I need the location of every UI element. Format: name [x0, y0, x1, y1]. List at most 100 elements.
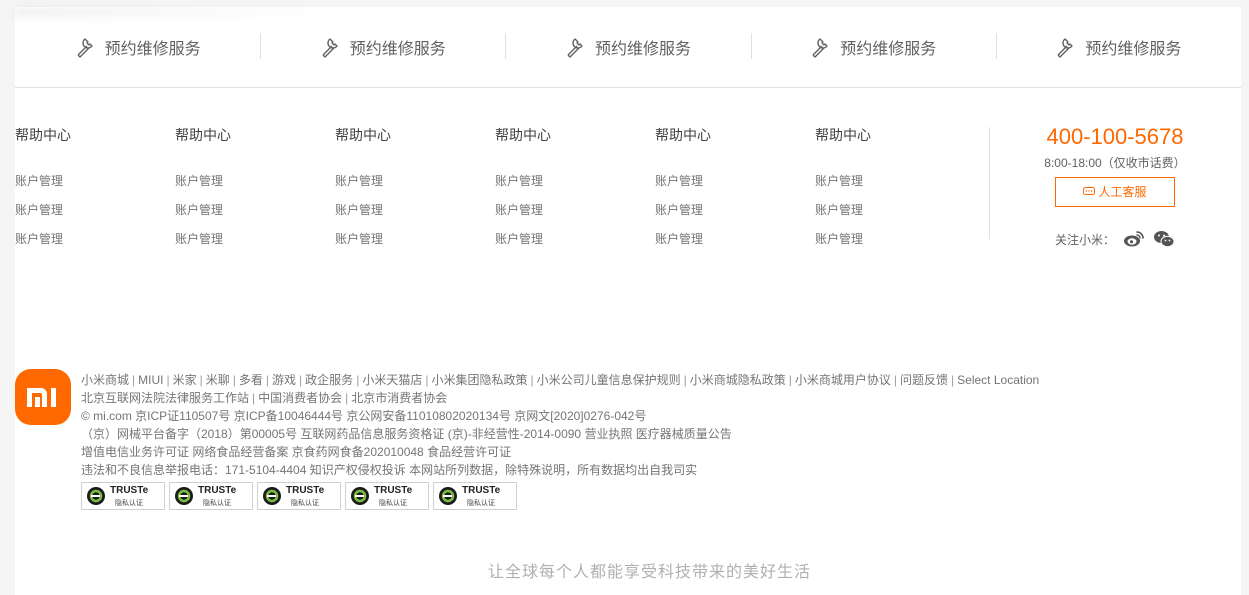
footer-nav-link[interactable]: 小米公司儿童信息保护规则 — [537, 373, 681, 387]
footer-nav-link[interactable]: 政企服务 — [305, 373, 353, 387]
footer-nav-link[interactable]: 米家 — [173, 373, 197, 387]
service-item[interactable]: 预约维修服务 — [995, 7, 1241, 87]
footer-nav-link[interactable]: 中国消费者协会 — [258, 391, 342, 405]
column-title: 帮助中心 — [495, 127, 551, 143]
service-label: 预约维修服务 — [595, 41, 692, 58]
footer-link[interactable]: 账户管理 — [655, 231, 815, 260]
service-label: 预约维修服务 — [1085, 41, 1182, 58]
truste-seal-icon — [439, 487, 457, 505]
footer-nav-link[interactable]: 米聊 — [206, 373, 230, 387]
truste-badge[interactable]: TRUSTe 隐私认证 — [257, 482, 341, 510]
footer-nav-link[interactable]: 多看 — [239, 373, 263, 387]
footer-link[interactable]: 账户管理 — [175, 231, 335, 260]
badge-subtitle: 隐私认证 — [203, 500, 231, 507]
footer-link[interactable]: 账户管理 — [15, 173, 175, 202]
customer-service-label: 人工客服 — [1098, 185, 1147, 199]
license-line: 增值电信业务许可证 网络食品经营备案 京食药网食备202010048 食品经营许… — [81, 445, 512, 459]
link-column: 帮助中心 账户管理 账户管理 账户管理 — [335, 125, 495, 260]
truste-seal-icon — [263, 487, 281, 505]
column-title: 帮助中心 — [815, 127, 871, 143]
footer-link[interactable]: 账户管理 — [175, 202, 335, 231]
footer-link[interactable]: 账户管理 — [335, 202, 495, 231]
service-item[interactable]: 预约维修服务 — [15, 7, 260, 87]
footer-link-columns: 帮助中心 账户管理 账户管理 账户管理 帮助中心 账户管理 账户管理 账户管理 … — [15, 125, 975, 260]
footer-link[interactable]: 账户管理 — [495, 173, 655, 202]
footer-link[interactable]: 账户管理 — [335, 231, 495, 260]
trust-badges: TRUSTe 隐私认证 TRUSTe 隐私认证 TRUSTe 隐私认证 TRUS… — [81, 482, 521, 510]
footer-nav: 小米商城 | MIUI | 米家 | 米聊 | 多看 | 游戏 | 政企服务 | 小米天猫店 | 小米集团隐私政… — [81, 373, 1040, 387]
footer-nav-link[interactable]: 小米商城隐私政策 — [690, 373, 786, 387]
link-column: 帮助中心 账户管理 账户管理 账户管理 — [655, 125, 815, 260]
legal-info: 小米商城 | MIUI | 米家 | 米聊 | 多看 | 游戏 | 政企服务 | 小米天猫店 | 小米集团隐私政… — [81, 371, 1039, 479]
column-title: 帮助中心 — [175, 127, 231, 143]
service-phone: 400-100-5678 — [1046, 124, 1184, 149]
footer-nav-link[interactable]: MIUI — [138, 373, 163, 387]
service-item[interactable]: 预约维修服务 — [750, 7, 996, 87]
footer-nav-link[interactable]: 小米天猫店 — [362, 373, 422, 387]
truste-badge[interactable]: TRUSTe 隐私认证 — [169, 482, 253, 510]
truste-seal-icon — [175, 487, 193, 505]
footer-link[interactable]: 账户管理 — [815, 231, 975, 260]
link-column: 帮助中心 账户管理 账户管理 账户管理 — [15, 125, 175, 260]
link-column: 帮助中心 账户管理 账户管理 账户管理 — [175, 125, 335, 260]
service-bar: 预约维修服务 预约维修服务 预约维修服务 预约维修服务 预约维修服务 — [15, 7, 1241, 88]
link-column: 帮助中心 账户管理 账户管理 账户管理 — [815, 125, 975, 260]
badge-title: TRUSTe — [462, 485, 501, 496]
badge-title: TRUSTe — [374, 485, 413, 496]
footer-nav-link[interactable]: 小米商城用户协议 — [795, 373, 891, 387]
service-item[interactable]: 预约维修服务 — [260, 7, 505, 87]
column-title: 帮助中心 — [335, 127, 391, 143]
footer-nav-link[interactable]: 小米商城 — [81, 373, 129, 387]
badge-title: TRUSTe — [110, 485, 149, 496]
footer-link[interactable]: 账户管理 — [655, 202, 815, 231]
footer-link[interactable]: 账户管理 — [495, 202, 655, 231]
weibo-icon[interactable] — [1123, 229, 1145, 249]
badge-title: TRUSTe — [198, 485, 237, 496]
wrench-icon — [77, 38, 93, 58]
slogan: 让全球每个人都能享受科技带来的美好生活 — [487, 562, 811, 581]
footer-link[interactable]: 账户管理 — [815, 202, 975, 231]
footer-link[interactable]: 账户管理 — [655, 173, 815, 202]
footer-link[interactable]: 账户管理 — [15, 231, 175, 260]
footer-nav-link[interactable]: 小米集团隐私政策 — [431, 373, 527, 387]
service-item[interactable]: 预约维修服务 — [505, 7, 750, 87]
footer-link[interactable]: 账户管理 — [15, 202, 175, 231]
wrench-icon — [322, 38, 338, 58]
footer-nav-link[interactable]: 游戏 — [272, 373, 296, 387]
truste-badge[interactable]: TRUSTe 隐私认证 — [345, 482, 429, 510]
truste-seal-icon — [351, 487, 369, 505]
mi-logo[interactable] — [15, 369, 71, 425]
wechat-icon[interactable] — [1153, 229, 1175, 249]
contact-divider — [989, 127, 990, 239]
license-line: © mi.com 京ICP证110507号 京ICP备10046444号 京公网… — [81, 409, 647, 423]
column-title: 帮助中心 — [15, 127, 71, 143]
truste-seal-icon — [87, 487, 105, 505]
footer-link[interactable]: 账户管理 — [495, 231, 655, 260]
contact-panel: 400-100-5678 8:00-18:00（仅收市话费） 人工客服 关注小米… — [1010, 121, 1220, 249]
truste-badge[interactable]: TRUSTe 隐私认证 — [81, 482, 165, 510]
footer-link[interactable]: 账户管理 — [335, 173, 495, 202]
footer-page: 预约维修服务 预约维修服务 预约维修服务 预约维修服务 预约维修服务 帮助中心 … — [15, 7, 1241, 595]
footer-link[interactable]: 账户管理 — [175, 173, 335, 202]
license-line: 违法和不良信息举报电话：171-5104-4404 知识产权侵权投诉 本网站所列… — [81, 463, 698, 477]
badge-title: TRUSTe — [286, 485, 325, 496]
truste-badge[interactable]: TRUSTe 隐私认证 — [433, 482, 517, 510]
footer-nav-link[interactable]: 北京市消费者协会 — [351, 391, 447, 405]
footer-nav-link[interactable]: 北京互联网法院法律服务工作站 — [81, 391, 249, 405]
footer-link[interactable]: 账户管理 — [815, 173, 975, 202]
footer-nav-link[interactable]: 问题反馈 — [900, 373, 948, 387]
footer-nav-secondary: 北京互联网法院法律服务工作站 | 中国消费者协会 | 北京市消费者协会 — [81, 391, 448, 405]
badge-subtitle: 隐私认证 — [115, 500, 143, 507]
badge-subtitle: 隐私认证 — [291, 500, 319, 507]
footer-nav-link[interactable]: Select Location — [957, 373, 1039, 387]
service-label: 预约维修服务 — [349, 41, 446, 58]
column-title: 帮助中心 — [655, 127, 711, 143]
wrench-icon — [812, 38, 828, 58]
customer-service-button[interactable]: 人工客服 — [1055, 177, 1175, 207]
wrench-icon — [1057, 38, 1074, 58]
link-column: 帮助中心 账户管理 账户管理 账户管理 — [495, 125, 655, 260]
service-label: 预约维修服务 — [104, 41, 201, 58]
badge-subtitle: 隐私认证 — [379, 500, 407, 507]
chat-icon — [1083, 187, 1096, 195]
follow-row: 关注小米： — [1010, 229, 1220, 249]
